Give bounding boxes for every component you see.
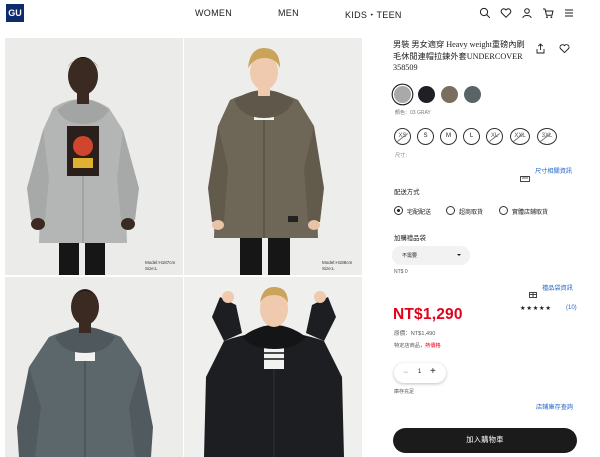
size-option-xs[interactable]: XS [394,128,411,145]
size-option-m[interactable]: M [440,128,457,145]
size-chart-link[interactable]: 尺寸相關資訊 [535,166,572,175]
user-icon[interactable] [521,7,533,19]
product-photo-black[interactable] [184,277,362,457]
promo-prefix: 特定店商品， [394,343,426,349]
color-label: 顏色：03 GRAY [395,110,431,116]
model-caption: Model:H188cm Size:L [322,260,353,271]
product-photo-olive[interactable]: Model:H188cm Size:L [184,38,362,275]
product-photo-gray[interactable]: Model:H187cm Size:L [5,38,183,275]
gu-logo[interactable]: GU [6,4,24,22]
ruler-icon [520,167,530,182]
color-swatch-black[interactable] [418,86,435,103]
favorite-heart-icon[interactable] [559,43,570,54]
heart-icon[interactable] [500,7,512,19]
color-swatch-slate[interactable] [464,86,481,103]
size-option-3xl[interactable]: 3XL [537,128,557,145]
gift-icon [529,283,537,298]
nav-kids-teen[interactable]: KIDS・TEEN [345,8,402,21]
size-option-xxl[interactable]: XXL [510,128,530,145]
product-photo-slate[interactable] [5,277,183,457]
delivery-radio-convenience[interactable] [446,206,455,215]
nav-men[interactable]: MEN [278,8,299,18]
quantity-decrement-button[interactable]: − [403,367,408,377]
delivery-label-convenience[interactable]: 超商取貨 [459,207,483,216]
stock-status: 庫存充足 [394,389,415,395]
review-count-link[interactable]: (10) [566,305,577,311]
gift-bag-info-link[interactable]: 禮品袋資訊 [542,283,573,292]
site-header: GU WOMEN MEN KIDS・TEEN [0,0,600,26]
delivery-radio-home[interactable] [394,206,403,215]
store-stock-link[interactable]: 店鋪庫存查詢 [536,402,573,411]
size-label: 尺寸： [395,153,411,159]
promo-highlight: 熱價格 [425,343,441,349]
product-detail-panel: 男裝 男女適穿 Heavy weight重磅內刷毛休閒連帽拉鍊外套UNDERCO… [386,26,600,457]
gift-bag-title: 加購禮品袋 [394,235,426,242]
quantity-value: 1 [418,369,422,375]
color-swatch-gray[interactable] [394,86,411,103]
rating-stars[interactable]: ★★★★★ [520,305,552,312]
model-caption: Model:H187cm Size:L [145,260,176,271]
menu-icon[interactable] [563,7,575,19]
promo-note: 特定店商品，熱價格 [394,342,441,349]
add-to-cart-button[interactable]: 加入購物車 [393,428,577,453]
product-title: 男裝 男女適穿 Heavy weight重磅內刷毛休閒連帽拉鍊外套UNDERCO… [393,40,525,72]
size-option-xl[interactable]: XL [486,128,503,145]
search-icon[interactable] [479,7,491,19]
delivery-radio-store[interactable] [499,206,508,215]
quantity-stepper: − 1 + [394,363,446,383]
gift-bag-select-value: 不需要 [402,253,418,259]
gift-bag-price: NT$ 0 [394,269,408,275]
cart-icon[interactable] [542,7,554,19]
quantity-increment-button[interactable]: + [430,366,436,377]
delivery-label-home[interactable]: 宅配配送 [407,207,431,216]
share-icon[interactable] [535,43,546,54]
add-to-cart-label: 加入購物車 [466,435,504,444]
gift-bag-select[interactable]: 不需要 [392,246,470,265]
size-option-l[interactable]: L [463,128,480,145]
color-swatch-olive[interactable] [441,86,458,103]
delivery-title: 配送方式 [394,189,420,196]
size-option-s[interactable]: S [417,128,434,145]
original-price: 原價：NT$1,490 [394,331,436,337]
nav-women[interactable]: WOMEN [195,8,232,18]
delivery-label-store[interactable]: 實體店鋪取貨 [512,207,548,216]
sale-price: NT$1,290 [393,306,463,323]
chevron-down-icon [457,254,461,256]
